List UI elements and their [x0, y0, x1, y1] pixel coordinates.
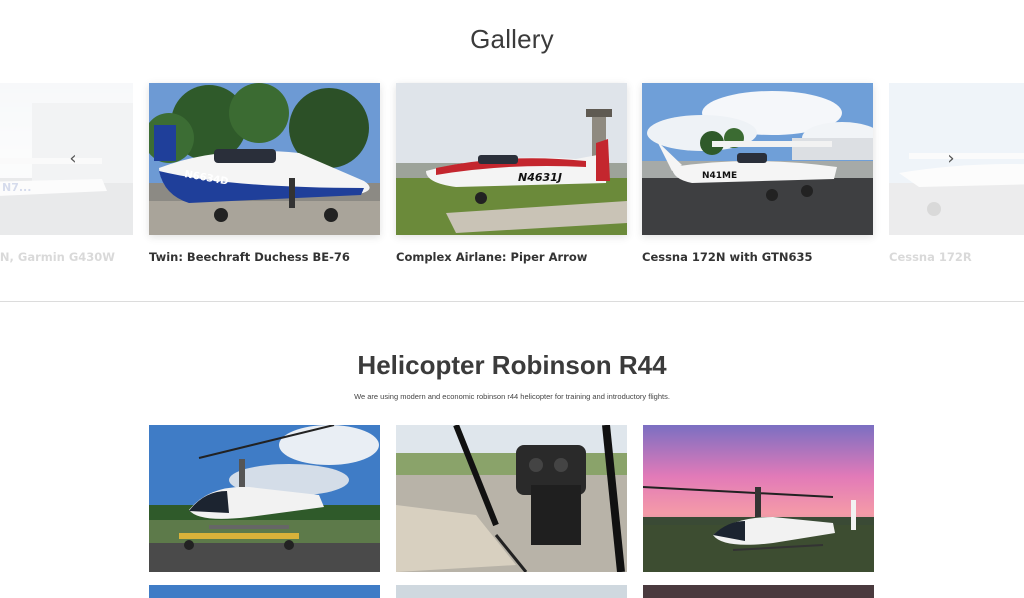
chevron-right-icon: ›: [947, 148, 955, 169]
helicopter-section-title: Helicopter Robinson R44: [357, 350, 667, 380]
svg-text:N7...: N7...: [2, 181, 31, 194]
helicopter-photo-row2[interactable]: [149, 585, 380, 598]
carousel-next-button[interactable]: ›: [941, 149, 961, 169]
helicopter-photo-row2[interactable]: [396, 585, 627, 598]
helicopter-section-subtitle: We are using modern and economic robinso…: [354, 392, 670, 401]
gallery-photo-piper-arrow[interactable]: N4631J: [396, 83, 627, 235]
gallery-photo-cessna-gtn635[interactable]: N41ME: [642, 83, 873, 235]
gallery-title: Gallery: [470, 24, 554, 54]
helicopter-photo-sunset[interactable]: [643, 425, 874, 572]
section-divider: [0, 301, 1024, 302]
gallery-caption: Cessna 172R: [889, 250, 972, 264]
gallery-card[interactable]: N4631J Complex Airlane: Piper Arrow: [396, 83, 627, 264]
svg-text:N4631J: N4631J: [518, 171, 562, 184]
carousel-prev-button[interactable]: ‹: [63, 149, 83, 169]
gallery-photo-duchess[interactable]: N6634D: [149, 83, 380, 235]
gallery-carousel: N7... 172N, Garmin G430W N66: [0, 83, 1024, 273]
gallery-card[interactable]: Cessna 172R: [889, 83, 1024, 264]
gallery-card[interactable]: N6634D Twin: Beechraft Duchess BE-76: [149, 83, 380, 264]
gallery-card[interactable]: N7... 172N, Garmin G430W: [0, 83, 133, 264]
helicopter-photo-cockpit[interactable]: [396, 425, 627, 572]
gallery-caption: 172N, Garmin G430W: [0, 250, 115, 264]
chevron-left-icon: ‹: [69, 148, 77, 169]
gallery-card[interactable]: N41ME Cessna 172N with GTN635: [642, 83, 873, 264]
helicopter-photo-trailer[interactable]: [149, 425, 380, 572]
gallery-caption: Complex Airlane: Piper Arrow: [396, 250, 588, 264]
gallery-caption: Twin: Beechraft Duchess BE-76: [149, 250, 350, 264]
helicopter-photo-row2[interactable]: [643, 585, 874, 598]
svg-text:N41ME: N41ME: [702, 171, 737, 181]
gallery-caption: Cessna 172N with GTN635: [642, 250, 813, 264]
